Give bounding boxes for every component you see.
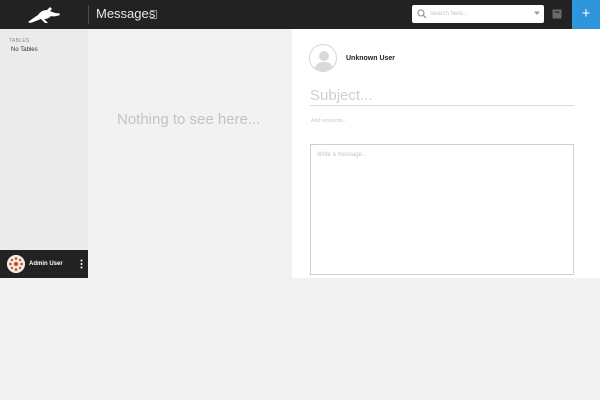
empty-state-message: Nothing to see here... [117,111,261,128]
add-button[interactable]: + [572,0,600,29]
logo-icon[interactable] [26,3,62,25]
bookmark-icon[interactable] [150,10,157,19]
user-name: Admin User [29,261,63,267]
search-icon [417,9,427,19]
sidebar: TABLES No Tables [0,29,88,250]
search-box[interactable] [412,5,544,23]
more-options-icon[interactable] [80,259,83,269]
plus-icon: + [581,5,591,22]
compose-panel: Unknown User Add recipients... [292,29,600,278]
top-bar: Messages + [0,0,600,29]
search-input[interactable] [430,6,530,22]
chevron-down-icon[interactable] [534,11,540,16]
page-title: Messages [96,6,156,21]
message-list: Nothing to see here... [88,29,292,278]
sidebar-section-label: TABLES [9,38,30,44]
avatar-pattern-icon [7,255,25,273]
user-bar[interactable]: Admin User [0,250,88,278]
archive-icon[interactable] [552,9,562,19]
header-divider [88,5,89,24]
subject-input[interactable] [310,86,574,106]
recipient-name: Unknown User [346,55,396,62]
avatar[interactable] [7,255,25,273]
user-placeholder-icon [314,51,334,71]
message-input[interactable] [310,144,574,275]
recipient-avatar[interactable] [309,44,337,72]
add-recipients-link[interactable]: Add recipients... [311,118,347,124]
sidebar-empty-label: No Tables [11,47,38,53]
